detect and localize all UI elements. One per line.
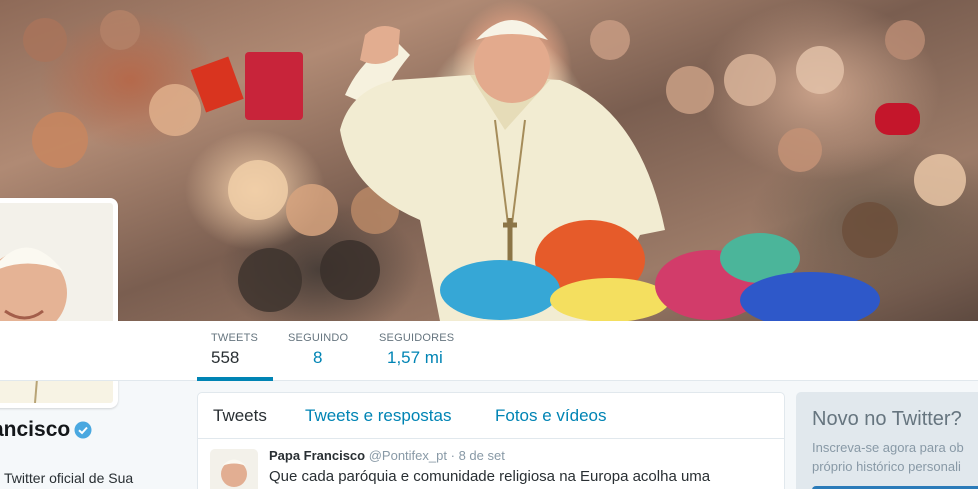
tweet-text: Que cada paróquia e comunidade religiosa…: [269, 468, 711, 485]
profile-nav: TWEETS 558 SEGUINDO 8 SEGUIDORES 1,57 mi: [0, 321, 978, 381]
header-photo: [0, 0, 978, 321]
timeline: Tweets Tweets e respostas Fotos e vídeos…: [197, 392, 785, 489]
signup-text: Inscreva-se agora para ob próprio histór…: [812, 438, 964, 476]
profile-name-text: ancisco: [0, 418, 71, 441]
timeline-tabs: Tweets Tweets e respostas Fotos e vídeos: [198, 393, 784, 439]
stat-tweets-label: TWEETS: [211, 332, 259, 344]
signup-text-line1: Inscreva-se agora para ob: [812, 440, 964, 455]
stat-following-label: SEGUINDO: [288, 332, 349, 344]
tweet-avatar-icon: [210, 449, 258, 489]
tab-photos-videos[interactable]: Fotos e vídeos: [495, 406, 607, 426]
stat-followers-label: SEGUIDORES: [379, 332, 455, 344]
tweet-author-name[interactable]: Papa Francisco: [269, 448, 365, 463]
stat-followers[interactable]: SEGUIDORES 1,57 mi: [365, 321, 471, 381]
profile-page: TWEETS 558 SEGUINDO 8 SEGUIDORES 1,57 mi…: [0, 0, 978, 489]
tweet-author-handle[interactable]: @Pontifex_pt: [369, 448, 447, 463]
signup-text-line2: próprio histórico personali: [812, 459, 961, 474]
tweet-date[interactable]: 8 de set: [459, 448, 505, 463]
stat-tweets-value: 558: [211, 348, 240, 367]
tweet-avatar[interactable]: [210, 449, 258, 489]
tweet-separator: ·: [450, 448, 455, 463]
signup-module: Novo no Twitter? Inscreva-se agora para …: [796, 392, 978, 489]
stat-tweets[interactable]: TWEETS 558: [197, 321, 273, 381]
verified-badge-icon: [74, 421, 92, 439]
tab-tweets[interactable]: Tweets: [213, 406, 267, 426]
stat-following-value: 8: [313, 348, 323, 367]
tab-tweets-replies[interactable]: Tweets e respostas: [305, 406, 451, 426]
tweet-header: Papa Francisco @Pontifex_pt · 8 de set: [269, 448, 505, 463]
crowd-photo-icon: [23, 10, 966, 321]
stat-followers-value: 1,57 mi: [387, 348, 443, 367]
profile-bio: Twitter oficial de Sua: [4, 470, 134, 486]
profile-name[interactable]: ancisco: [0, 418, 92, 442]
signup-title: Novo no Twitter?: [812, 408, 962, 430]
stat-following[interactable]: SEGUINDO 8: [274, 321, 362, 381]
tweet-item[interactable]: Papa Francisco @Pontifex_pt · 8 de set Q…: [198, 439, 784, 489]
